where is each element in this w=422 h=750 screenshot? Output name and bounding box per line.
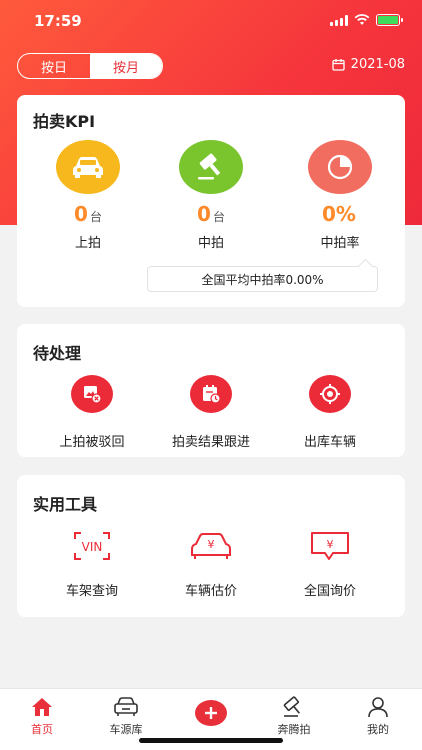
status-bar: 17:59 xyxy=(0,0,422,44)
tab-auction[interactable]: 奔腾拍 xyxy=(259,695,329,737)
car-price-icon: ¥ xyxy=(189,528,233,564)
pending-item-outbound[interactable]: 出库车辆 xyxy=(270,375,390,450)
tools-card: 实用工具 VIN 车架查询 ¥ 车辆估价 ¥ 全国询价 xyxy=(17,475,405,617)
tool-item-label: 车架查询 xyxy=(65,584,118,599)
selected-month: 2021-08 xyxy=(350,57,405,72)
kpi-label: 中拍率 xyxy=(320,236,360,251)
tab-label: 首页 xyxy=(31,723,53,736)
kpi-card: 拍卖KPI 0 台 上拍 0 台 中拍 0% 中拍率 全国平均中拍率0.00% xyxy=(17,95,405,307)
kpi-value: 0% xyxy=(322,202,356,226)
kpi-unit: 台 xyxy=(212,210,225,224)
target-icon xyxy=(309,375,351,413)
auction-icon xyxy=(259,695,329,719)
national-average-tooltip: 全国平均中拍率0.00% xyxy=(147,266,378,292)
tool-item-inquiry[interactable]: ¥ 全国询价 xyxy=(270,528,390,599)
car-icon xyxy=(56,140,120,194)
month-picker[interactable]: 2021-08 xyxy=(332,57,405,72)
car-library-icon xyxy=(91,695,161,719)
kpi-value: 0 xyxy=(197,202,211,226)
pending-item-label: 拍卖结果跟进 xyxy=(171,435,250,450)
svg-text:VIN: VIN xyxy=(82,540,103,554)
tool-item-label: 全国询价 xyxy=(303,584,356,599)
tab-car-library[interactable]: 车源库 xyxy=(91,695,161,737)
tab-mine[interactable]: 我的 xyxy=(343,695,413,737)
pending-item-label: 上拍被驳回 xyxy=(59,435,125,450)
kpi-label: 中拍 xyxy=(197,236,224,251)
kpi-label: 上拍 xyxy=(74,236,101,251)
gavel-icon xyxy=(179,140,243,194)
kpi-title: 拍卖KPI xyxy=(33,112,96,131)
tab-label: 我的 xyxy=(367,723,389,736)
pending-title: 待处理 xyxy=(33,344,82,363)
rejected-icon xyxy=(71,375,113,413)
tab-label: 车源库 xyxy=(109,723,143,736)
tab-home[interactable]: 首页 xyxy=(7,695,77,737)
svg-text:¥: ¥ xyxy=(208,538,215,551)
pending-item-rejected[interactable]: 上拍被驳回 xyxy=(32,375,152,450)
battery-icon xyxy=(376,14,403,26)
status-icons xyxy=(330,14,403,26)
tools-title: 实用工具 xyxy=(33,495,98,514)
pending-item-follow-up[interactable]: 拍卖结果跟进 xyxy=(151,375,271,450)
pending-item-label: 出库车辆 xyxy=(303,435,356,450)
calendar-icon xyxy=(332,59,345,71)
kpi-value: 0 xyxy=(74,202,88,226)
calendar-follow-icon xyxy=(190,375,232,413)
vin-scan-icon: VIN xyxy=(70,528,114,564)
kpi-item-listed[interactable]: 0 台 上拍 xyxy=(28,140,148,251)
home-icon xyxy=(7,695,77,719)
status-time: 17:59 xyxy=(34,12,82,30)
svg-text:¥: ¥ xyxy=(327,538,334,551)
kpi-item-rate[interactable]: 0% 中拍率 xyxy=(280,140,400,251)
kpi-item-won[interactable]: 0 台 中拍 xyxy=(151,140,271,251)
pie-chart-icon xyxy=(308,140,372,194)
tool-item-valuation[interactable]: ¥ 车辆估价 xyxy=(151,528,271,599)
signal-icon xyxy=(330,14,348,26)
plus-icon xyxy=(205,707,217,719)
date-mode-toggle[interactable]: 按日 按月 xyxy=(17,53,163,79)
user-icon xyxy=(343,695,413,719)
tab-label: 奔腾拍 xyxy=(277,723,311,736)
kpi-unit: 台 xyxy=(89,210,102,224)
tool-item-vin-lookup[interactable]: VIN 车架查询 xyxy=(32,528,152,599)
price-inquiry-icon: ¥ xyxy=(308,528,352,564)
toggle-day-button[interactable]: 按日 xyxy=(18,54,90,78)
toggle-month-button[interactable]: 按月 xyxy=(90,54,162,78)
wifi-icon xyxy=(354,14,370,25)
pending-card: 待处理 上拍被驳回 拍卖结果跟进 出库车辆 xyxy=(17,324,405,457)
add-button[interactable] xyxy=(195,700,227,726)
home-indicator xyxy=(139,738,283,743)
tool-item-label: 车辆估价 xyxy=(184,584,237,599)
